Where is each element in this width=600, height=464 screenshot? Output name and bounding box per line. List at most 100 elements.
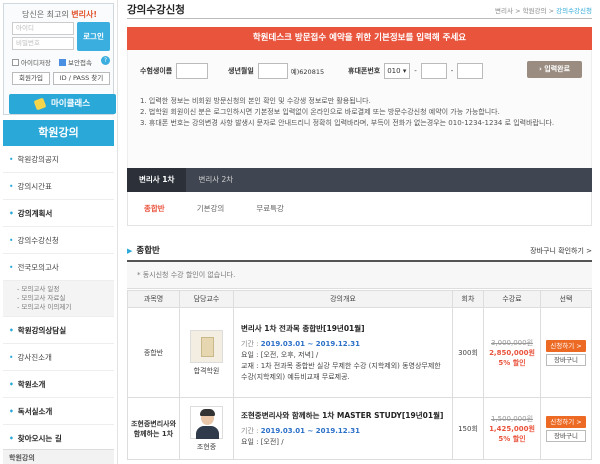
count-cell: 150회 (452, 397, 484, 460)
dash: - (414, 67, 417, 75)
checkbox-checked-icon (59, 58, 66, 66)
phone-mid-input[interactable] (420, 63, 447, 79)
original-price: 1,500,000원 (490, 414, 534, 423)
main-content: 강의수강신청 변리사 > 학원강의 > 강의수강신청 학원데스크 방문접수 예약… (127, 0, 600, 464)
fee-cell: 1,500,000원 1,425,000원 5% 할인 (483, 397, 541, 460)
breadcrumb-item[interactable]: 변리사 (495, 7, 513, 15)
header-count: 회차 (452, 290, 484, 308)
chevron-right-icon: › (538, 65, 542, 73)
course-table: 과목명 담당교수 강의개요 회차 수강료 선택 종합반 합격학원 변리사 1차 … (127, 290, 592, 460)
tab-exam-2[interactable]: 변리사 2차 (186, 168, 245, 192)
notice-banner: 학원데스크 방문접수 예약을 위한 기본정보를 입력해 주세요 (127, 27, 592, 50)
header-fee: 수강료 (483, 290, 541, 308)
sidebar-item-directions[interactable]: • 찾아오시는 길 (3, 425, 114, 452)
apply-button[interactable]: 신청하기 > (546, 339, 586, 352)
birth-input[interactable] (257, 63, 288, 79)
course-type-tabs: 종합반 기본강의 무료특강 (127, 192, 592, 226)
bullet-icon: • (9, 434, 14, 443)
sidebar: 당신은 최고의 변리사! 아이디 비밀번호 로그인 아이디저장 보안접속 ? 회… (0, 0, 118, 464)
course-title[interactable]: 변리사 1차 전과목 종합반[19년01월] (241, 323, 445, 334)
bullet-icon: • (9, 380, 14, 389)
phone-last-input[interactable] (457, 63, 484, 79)
bullet-icon: • (9, 209, 14, 218)
birth-label: 생년월일 (228, 67, 254, 75)
login-title: 당신은 최고의 변리사! (22, 10, 97, 19)
cart-button[interactable]: 장바구니 (546, 353, 586, 366)
help-icon[interactable]: ? (101, 56, 110, 65)
section-header: ▶ 종합반 장바구니 확인하기 > (127, 244, 592, 258)
phone-prefix-select[interactable]: 010 ▾ (384, 63, 411, 79)
select-cell: 신청하기 > 장바구니 (540, 397, 592, 460)
exam-tabs: 변리사 1차 변리사 2차 (127, 168, 592, 192)
sidebar-item-enroll[interactable]: • 강의수강신청 (3, 227, 114, 254)
sidebar-item-notice[interactable]: • 학원강의공지 (3, 146, 114, 173)
login-box: 당신은 최고의 변리사! 아이디 비밀번호 로그인 아이디저장 보안접속 ? 회… (3, 3, 116, 115)
find-id-pass-button[interactable]: ID / PASS 찾기 (53, 72, 110, 85)
sidebar-item-mock-exam[interactable]: • 전국모의고사 (3, 254, 114, 281)
sidebar-item-consult[interactable]: • 학원강의상담실 (3, 317, 114, 344)
tab-comprehensive[interactable]: 종합반 (128, 203, 181, 214)
name-field-group: 수험생이름 (140, 63, 209, 79)
professor-cell: 합격학원 (179, 307, 234, 398)
join-button[interactable]: 회원가입 (12, 72, 50, 85)
course-period: 기간 : 2019.03.01 ~ 2019.12.31 (241, 339, 361, 348)
birth-hint: 예)620815 (290, 68, 325, 76)
sidebar-item-reading-room[interactable]: • 독서실소개 (3, 398, 114, 425)
sidebar-item-instructors[interactable]: • 강사진소개 (3, 344, 114, 371)
myclass-button[interactable]: 마이클래스 (9, 94, 116, 114)
original-price: 3,000,000원 (490, 338, 534, 347)
section-title: ▶ 종합반 (127, 246, 160, 256)
sidebar-submenu: - 모의고사 일정 - 모의고사 자료실 - 모의고사 이의제기 (3, 281, 114, 317)
professor-name: 합격학원 (193, 366, 220, 375)
chevron-down-icon: ▾ (402, 67, 407, 75)
password-input[interactable]: 비밀번호 (12, 37, 74, 50)
empty-note: * 동시신청 수강 할인이 없습니다. (127, 262, 592, 289)
book-thumbnail (190, 329, 223, 363)
tab-free[interactable]: 무료특강 (240, 203, 300, 214)
checkbox-icon (12, 58, 19, 66)
save-id-checkbox[interactable]: 아이디저장 (12, 57, 51, 67)
header-subject: 과목명 (127, 290, 180, 308)
play-icon: ▶ (127, 247, 133, 255)
table-header-row: 과목명 담당교수 강의개요 회차 수강료 선택 (127, 290, 592, 308)
discount-badge: 5% 할인 (498, 358, 526, 367)
apply-button[interactable]: 신청하기 > (546, 415, 586, 428)
submenu-item-appeal[interactable]: - 모의고사 이의제기 (17, 303, 114, 312)
submenu-item-schedule[interactable]: - 모의고사 일정 (17, 285, 114, 294)
sidebar-section-title: 학원강의 (3, 120, 114, 146)
breadcrumb-item[interactable]: 학원강의 (523, 7, 547, 15)
sidebar-item-syllabus[interactable]: • 강의계획서 (3, 200, 114, 227)
submit-button[interactable]: › 입력완료 (527, 61, 582, 78)
sidebar-item-about[interactable]: • 학원소개 (3, 371, 114, 398)
breadcrumb-current: 강의수강신청 (556, 7, 592, 15)
info-line: 3. 휴대폰 번호는 강의변경 사항 발생시 문자로 안내드리니 정확히 입력바… (140, 119, 555, 127)
secure-login-checkbox[interactable]: 보안접속 (59, 57, 92, 67)
discount-badge: 5% 할인 (498, 434, 526, 443)
count-cell: 300회 (452, 307, 484, 398)
course-period: 기간 : 2019.03.01 ~ 2019.12.31 (241, 426, 361, 435)
sidebar-item-timetable[interactable]: • 강의시간표 (3, 173, 114, 200)
login-button[interactable]: 로그인 (77, 22, 110, 51)
sidebar-footer: 학원강의 (3, 449, 114, 464)
submenu-item-materials[interactable]: - 모의고사 자료실 (17, 294, 114, 303)
dash: - (450, 67, 454, 75)
visitor-form: 수험생이름 생년월일 예)620815 휴대폰번호 010 ▾ - - › 입력완료 1… (127, 50, 592, 172)
subject-cell: 종합반 (127, 307, 180, 398)
tab-exam-1[interactable]: 변리사 1차 (127, 168, 187, 192)
bullet-icon: • (9, 407, 14, 416)
tab-basic[interactable]: 기본강의 (181, 203, 241, 214)
bullet-icon: • (9, 263, 14, 272)
course-title[interactable]: 조현중변리사와 함께하는 1차 MASTER STUDY[19년01월] (241, 410, 445, 421)
info-line: 2. 법학원 회원이신 분은 로그인하시면 기본정보 입력없이 온라인으로 바로… (140, 108, 500, 116)
cart-link[interactable]: 장바구니 확인하기 > (530, 246, 592, 256)
id-input[interactable]: 아이디 (12, 22, 74, 35)
bullet-icon: • (9, 326, 14, 335)
course-days: 요일 : [오전] / (241, 437, 284, 446)
header-select: 선택 (540, 290, 592, 308)
name-label: 수험생이름 (140, 67, 173, 75)
name-input[interactable] (176, 63, 209, 79)
table-row: 조현중변리사와 함께하는 1차 조현중 조현중변리사와 함께하는 1차 MAST… (127, 397, 592, 460)
breadcrumb: 변리사 > 학원강의 > 강의수강신청 (495, 7, 592, 15)
professor-name: 조현중 (196, 442, 217, 451)
cart-button[interactable]: 장바구니 (546, 429, 586, 442)
